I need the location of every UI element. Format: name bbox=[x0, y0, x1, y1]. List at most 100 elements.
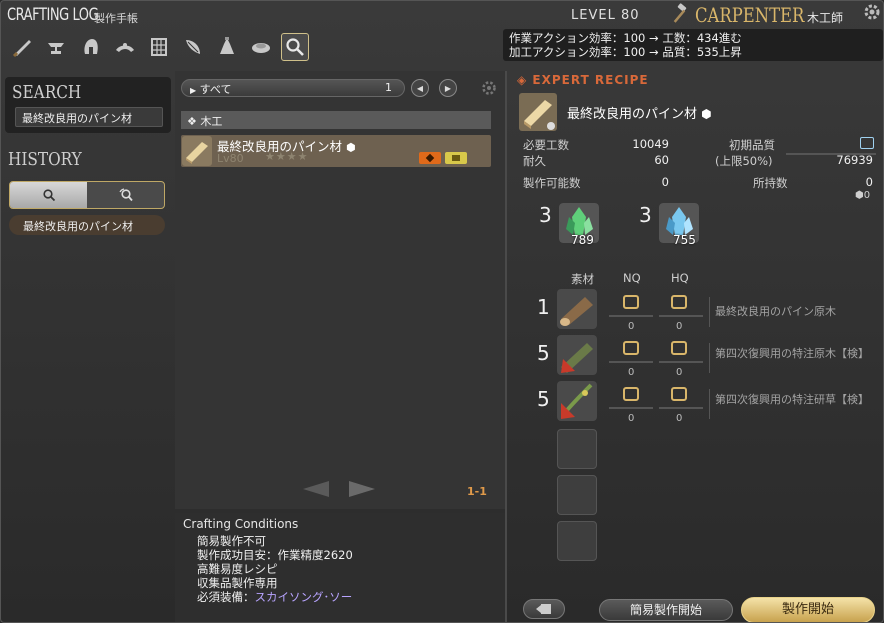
material-name: 第四次復興用の特注原木【検】 bbox=[715, 347, 869, 360]
quality-efficiency: 加工アクション効率：100 → 品質：535上昇 bbox=[509, 45, 742, 59]
hammer-icon bbox=[673, 3, 687, 23]
search-icon bbox=[42, 189, 55, 202]
nq-checkbox[interactable] bbox=[623, 341, 639, 355]
required-equipment: 必須装備：スカイソング･ソー bbox=[197, 590, 353, 604]
hq-count: 0 bbox=[676, 367, 683, 378]
job-name-jp: 木工師 bbox=[807, 11, 844, 25]
filter-count: 1 bbox=[385, 81, 392, 94]
initial-quality-checkbox[interactable] bbox=[860, 137, 874, 149]
collectable-icon: ⬢ bbox=[701, 107, 712, 121]
history-item[interactable]: 最終改良用のパイン材 bbox=[9, 215, 165, 235]
synthesize-button[interactable]: 製作開始 bbox=[741, 597, 875, 622]
prev-filter-button[interactable]: ◀ bbox=[411, 79, 429, 97]
tab-search[interactable] bbox=[281, 33, 309, 61]
recipe-item-name: 最終改良用のパイン材 ⬢ bbox=[567, 107, 712, 122]
job-level: LEVEL 80 bbox=[571, 8, 640, 23]
tab-alchemist[interactable] bbox=[213, 33, 241, 61]
expert-badge-icon bbox=[419, 152, 441, 164]
collectable-badge-icon bbox=[445, 152, 467, 164]
qty-bar bbox=[659, 361, 703, 363]
nq-count: 0 bbox=[628, 367, 635, 378]
armor-icon bbox=[116, 43, 134, 52]
nq-count: 0 bbox=[628, 413, 635, 424]
window-title: CRAFTING LOG bbox=[7, 5, 99, 25]
hq-header: HQ bbox=[671, 271, 689, 285]
separator bbox=[709, 389, 710, 419]
crystal-qty: 3 bbox=[539, 203, 552, 227]
history-search-tab[interactable] bbox=[10, 182, 87, 208]
settings-gear-icon[interactable] bbox=[863, 3, 881, 21]
nq-checkbox[interactable] bbox=[623, 387, 639, 401]
nq-header: NQ bbox=[623, 271, 641, 285]
owned-hq: ⬢0 bbox=[855, 190, 871, 201]
qty-bar bbox=[609, 361, 653, 363]
recipe-group-header[interactable]: ❖ 木工 bbox=[181, 111, 491, 129]
condition-line: 製作成功目安：作業精度2620 bbox=[197, 548, 353, 562]
recipe-row[interactable]: 最終改良用のパイン材 ⬢ Lv80 ★★★★ bbox=[181, 135, 491, 167]
required-equipment-value[interactable]: スカイソング･ソー bbox=[255, 590, 353, 604]
refresh-search-icon bbox=[118, 188, 133, 202]
tab-culinarian[interactable] bbox=[247, 33, 275, 61]
chevron-left-icon: ◀ bbox=[416, 83, 424, 93]
material-name: 最終改良用のパイン原木 bbox=[715, 305, 836, 318]
list-settings-gear-icon[interactable] bbox=[480, 79, 498, 97]
custom-herb-icon[interactable] bbox=[557, 381, 597, 421]
empty-material-slot bbox=[557, 475, 597, 515]
craftable-value: 0 bbox=[661, 175, 669, 189]
history-toggle bbox=[9, 181, 165, 209]
qty-bar bbox=[659, 315, 703, 317]
material-qty: 5 bbox=[537, 387, 550, 411]
quality-cap-label: (上限50%) bbox=[715, 154, 773, 168]
crystal-have: 789 bbox=[571, 233, 594, 247]
trial-synthesis-button[interactable] bbox=[523, 599, 565, 619]
anvil-icon bbox=[48, 43, 64, 54]
material-header: 素材 bbox=[571, 272, 594, 286]
search-section: SEARCH 最終改良用のパイン材 bbox=[5, 77, 171, 133]
quick-synthesis-button[interactable]: 簡易製作開始 bbox=[599, 599, 733, 621]
hq-checkbox[interactable] bbox=[671, 295, 687, 309]
craftable-label: 製作可能数 bbox=[523, 176, 581, 190]
expert-diamond-icon: ◈ bbox=[517, 73, 528, 87]
page-indicator: 1-1 bbox=[467, 485, 487, 498]
search-input[interactable]: 最終改良用のパイン材 bbox=[15, 107, 163, 127]
durability-value: 60 bbox=[654, 153, 669, 167]
tab-blacksmith[interactable] bbox=[43, 33, 71, 61]
condition-line: 高難易度レシピ bbox=[197, 562, 278, 576]
food-icon bbox=[252, 43, 270, 53]
next-filter-button[interactable]: ▶ bbox=[439, 79, 457, 97]
hq-checkbox[interactable] bbox=[671, 387, 687, 401]
owned-value: 0 bbox=[865, 175, 873, 189]
search-heading: SEARCH bbox=[12, 82, 82, 103]
nq-checkbox[interactable] bbox=[623, 295, 639, 309]
custom-log-icon[interactable] bbox=[557, 335, 597, 375]
tab-carpenter[interactable] bbox=[9, 33, 37, 61]
empty-material-slot bbox=[557, 521, 597, 561]
diamond-icon: ❖ bbox=[187, 115, 197, 128]
lumber-icon bbox=[182, 136, 212, 166]
category-tabs bbox=[9, 33, 309, 61]
progress-efficiency: 作業アクション効率：100 → 工数：434進む bbox=[509, 31, 742, 45]
owned-label: 所持数 bbox=[753, 176, 788, 190]
hq-checkbox[interactable] bbox=[671, 341, 687, 355]
material-qty: 1 bbox=[537, 295, 550, 319]
material-name: 第四次復興用の特注研草【検】 bbox=[715, 393, 869, 406]
trial-synthesis-icon bbox=[536, 604, 551, 614]
column-divider bbox=[505, 71, 507, 622]
empty-material-slot bbox=[557, 429, 597, 469]
history-recent-tab[interactable] bbox=[87, 182, 164, 208]
filter-dropdown[interactable]: ▶ すべて 1 bbox=[181, 79, 405, 97]
tab-weaver[interactable] bbox=[179, 33, 207, 61]
tab-leatherworker[interactable] bbox=[145, 33, 173, 61]
alembic-icon bbox=[220, 37, 234, 54]
qty-bar bbox=[609, 315, 653, 317]
crafting-log-window: CRAFTING LOG 製作手帳 LEVEL 80 CARPENTER 木工師 bbox=[0, 0, 884, 623]
pine-log-icon[interactable] bbox=[557, 289, 597, 329]
chevron-right-icon: ▶ bbox=[444, 83, 452, 93]
next-page-arrow-icon[interactable] bbox=[347, 479, 377, 499]
condition-line: 収集品製作専用 bbox=[197, 576, 278, 590]
tab-goldsmith[interactable] bbox=[111, 33, 139, 61]
tab-armorer[interactable] bbox=[77, 33, 105, 61]
prev-page-arrow-icon[interactable] bbox=[301, 479, 331, 499]
recipe-level: Lv80 bbox=[217, 152, 244, 165]
helm-icon bbox=[84, 39, 98, 54]
